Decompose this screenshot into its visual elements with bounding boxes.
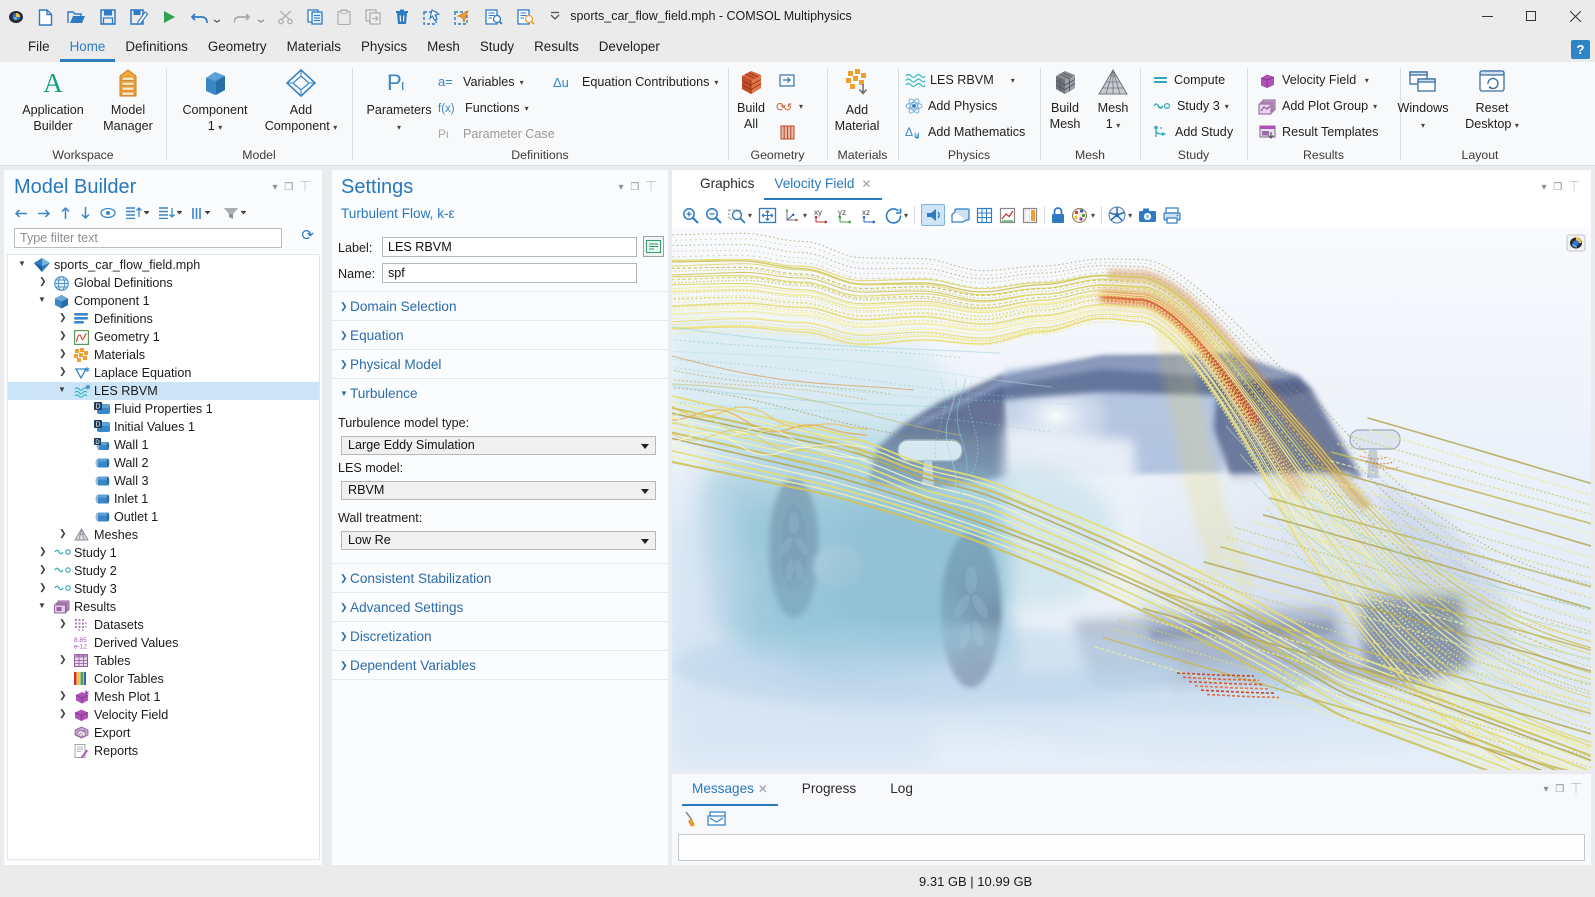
svg-text:e-12: e-12: [74, 644, 87, 650]
svg-text:xy: xy: [814, 208, 822, 217]
svg-text:yz: yz: [838, 208, 846, 217]
svg-text:xz: xz: [862, 208, 870, 217]
svg-text:Δ: Δ: [905, 125, 913, 139]
svg-text:Pι: Pι: [438, 127, 449, 141]
svg-text:Δu: Δu: [553, 75, 569, 89]
svg-text:A: A: [43, 68, 63, 98]
svg-text:ι: ι: [401, 77, 404, 94]
svg-text:P: P: [387, 70, 402, 95]
svg-text:D: D: [95, 422, 100, 429]
svg-text:↺: ↺: [783, 102, 792, 114]
svg-text:D: D: [95, 440, 100, 446]
svg-text:f(x): f(x): [438, 103, 455, 115]
svg-text:a=: a=: [438, 75, 453, 89]
svg-text:D: D: [95, 404, 100, 411]
